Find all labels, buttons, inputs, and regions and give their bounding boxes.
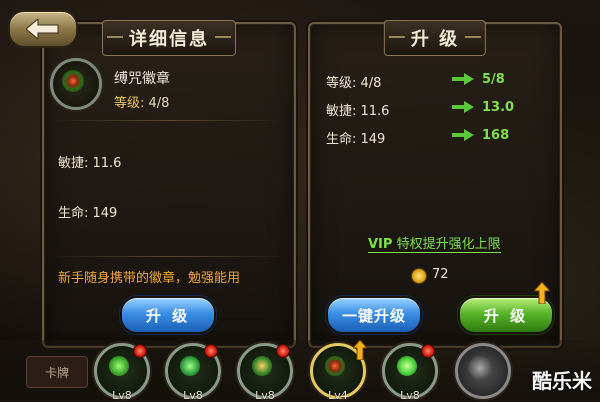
equipment-slot[interactable]: Lv8 xyxy=(237,343,293,402)
vip-text: 特权提升强化上限 xyxy=(396,237,501,252)
upgrade-panel-title: 升 级 xyxy=(383,20,487,56)
upgrade-row-new: 168 xyxy=(482,128,510,143)
divider xyxy=(52,256,286,257)
slot-level: Lv4 xyxy=(328,389,348,402)
side-tab[interactable]: 卡牌 xyxy=(26,356,88,388)
item-level: 等级: 4/8 xyxy=(114,92,169,111)
gem-icon xyxy=(252,356,272,376)
vip-prefix: VIP xyxy=(368,237,393,252)
divider xyxy=(52,120,286,121)
upgrade-row-current: 生命: 149 xyxy=(326,132,386,147)
vip-link[interactable]: VIP 特权提升强化上限 xyxy=(368,233,501,253)
item-description: 新手随身携带的徽章，勉强能用 xyxy=(58,271,241,286)
detail-panel-title: 详细信息 xyxy=(102,20,236,56)
upgrade-row-current: 等级: 4/8 xyxy=(326,76,382,91)
notification-dot-icon xyxy=(133,344,147,358)
badge-item-icon xyxy=(50,58,102,110)
item-level-value: 4/8 xyxy=(148,96,170,111)
locked-gem-icon xyxy=(468,356,492,380)
slot-level: Lv8 xyxy=(400,389,420,402)
locked-slot[interactable] xyxy=(455,343,511,399)
detail-panel: 详细信息 缚咒徽章 等级: 4/8 敏捷: 11.6 生命: 149 新手随身携… xyxy=(42,20,296,348)
watermark: 酷乐米 xyxy=(532,369,592,393)
green-arrow-icon xyxy=(452,73,474,85)
upgrade-row-agility: 敏捷: 11.6 13.0 xyxy=(326,100,546,119)
upgrade-button-left[interactable]: 升 级 xyxy=(120,296,216,334)
stat-agility: 敏捷: 11.6 xyxy=(58,156,122,171)
upgrade-row-current: 敏捷: 11.6 xyxy=(326,104,390,119)
stat-health: 生命: 149 xyxy=(58,206,118,221)
item-name: 缚咒徽章 xyxy=(114,71,170,87)
back-arrow-icon xyxy=(26,19,59,39)
equipment-slot[interactable]: Lv8 xyxy=(94,343,150,402)
one-click-upgrade-button[interactable]: 一键升级 xyxy=(326,296,422,334)
item-level-label: 等级: xyxy=(114,96,145,111)
slot-level: Lv8 xyxy=(183,389,203,402)
upgrade-row-health: 生命: 149 168 xyxy=(326,128,546,147)
slot-level: Lv8 xyxy=(112,389,132,402)
green-arrow-icon xyxy=(452,101,474,113)
gem-icon xyxy=(325,356,345,376)
notification-dot-icon xyxy=(421,344,435,358)
upgrade-row-new: 13.0 xyxy=(482,100,515,115)
coin-amount: 72 xyxy=(432,267,449,282)
equipment-slot[interactable]: Lv8 xyxy=(382,343,438,402)
slot-level: Lv8 xyxy=(255,389,275,402)
coin-icon xyxy=(411,268,427,284)
upgrade-row-new: 5/8 xyxy=(482,72,505,87)
gem-icon xyxy=(180,356,200,376)
back-button[interactable] xyxy=(8,10,78,48)
equipment-slot-selected[interactable]: Lv4 xyxy=(310,340,367,402)
upgrade-row-level: 等级: 4/8 5/8 xyxy=(326,72,546,91)
upgrade-arrow-icon xyxy=(353,340,367,360)
upgrade-available-arrow-icon xyxy=(534,282,550,304)
green-arrow-icon xyxy=(452,129,474,141)
notification-dot-icon xyxy=(276,344,290,358)
upgrade-panel: 升 级 等级: 4/8 5/8 敏捷: 11.6 13.0 生命: 149 16… xyxy=(308,20,562,348)
equipment-slot[interactable]: Lv8 xyxy=(165,343,221,402)
gem-icon xyxy=(397,356,417,376)
notification-dot-icon xyxy=(204,344,218,358)
gem-icon xyxy=(109,356,129,376)
